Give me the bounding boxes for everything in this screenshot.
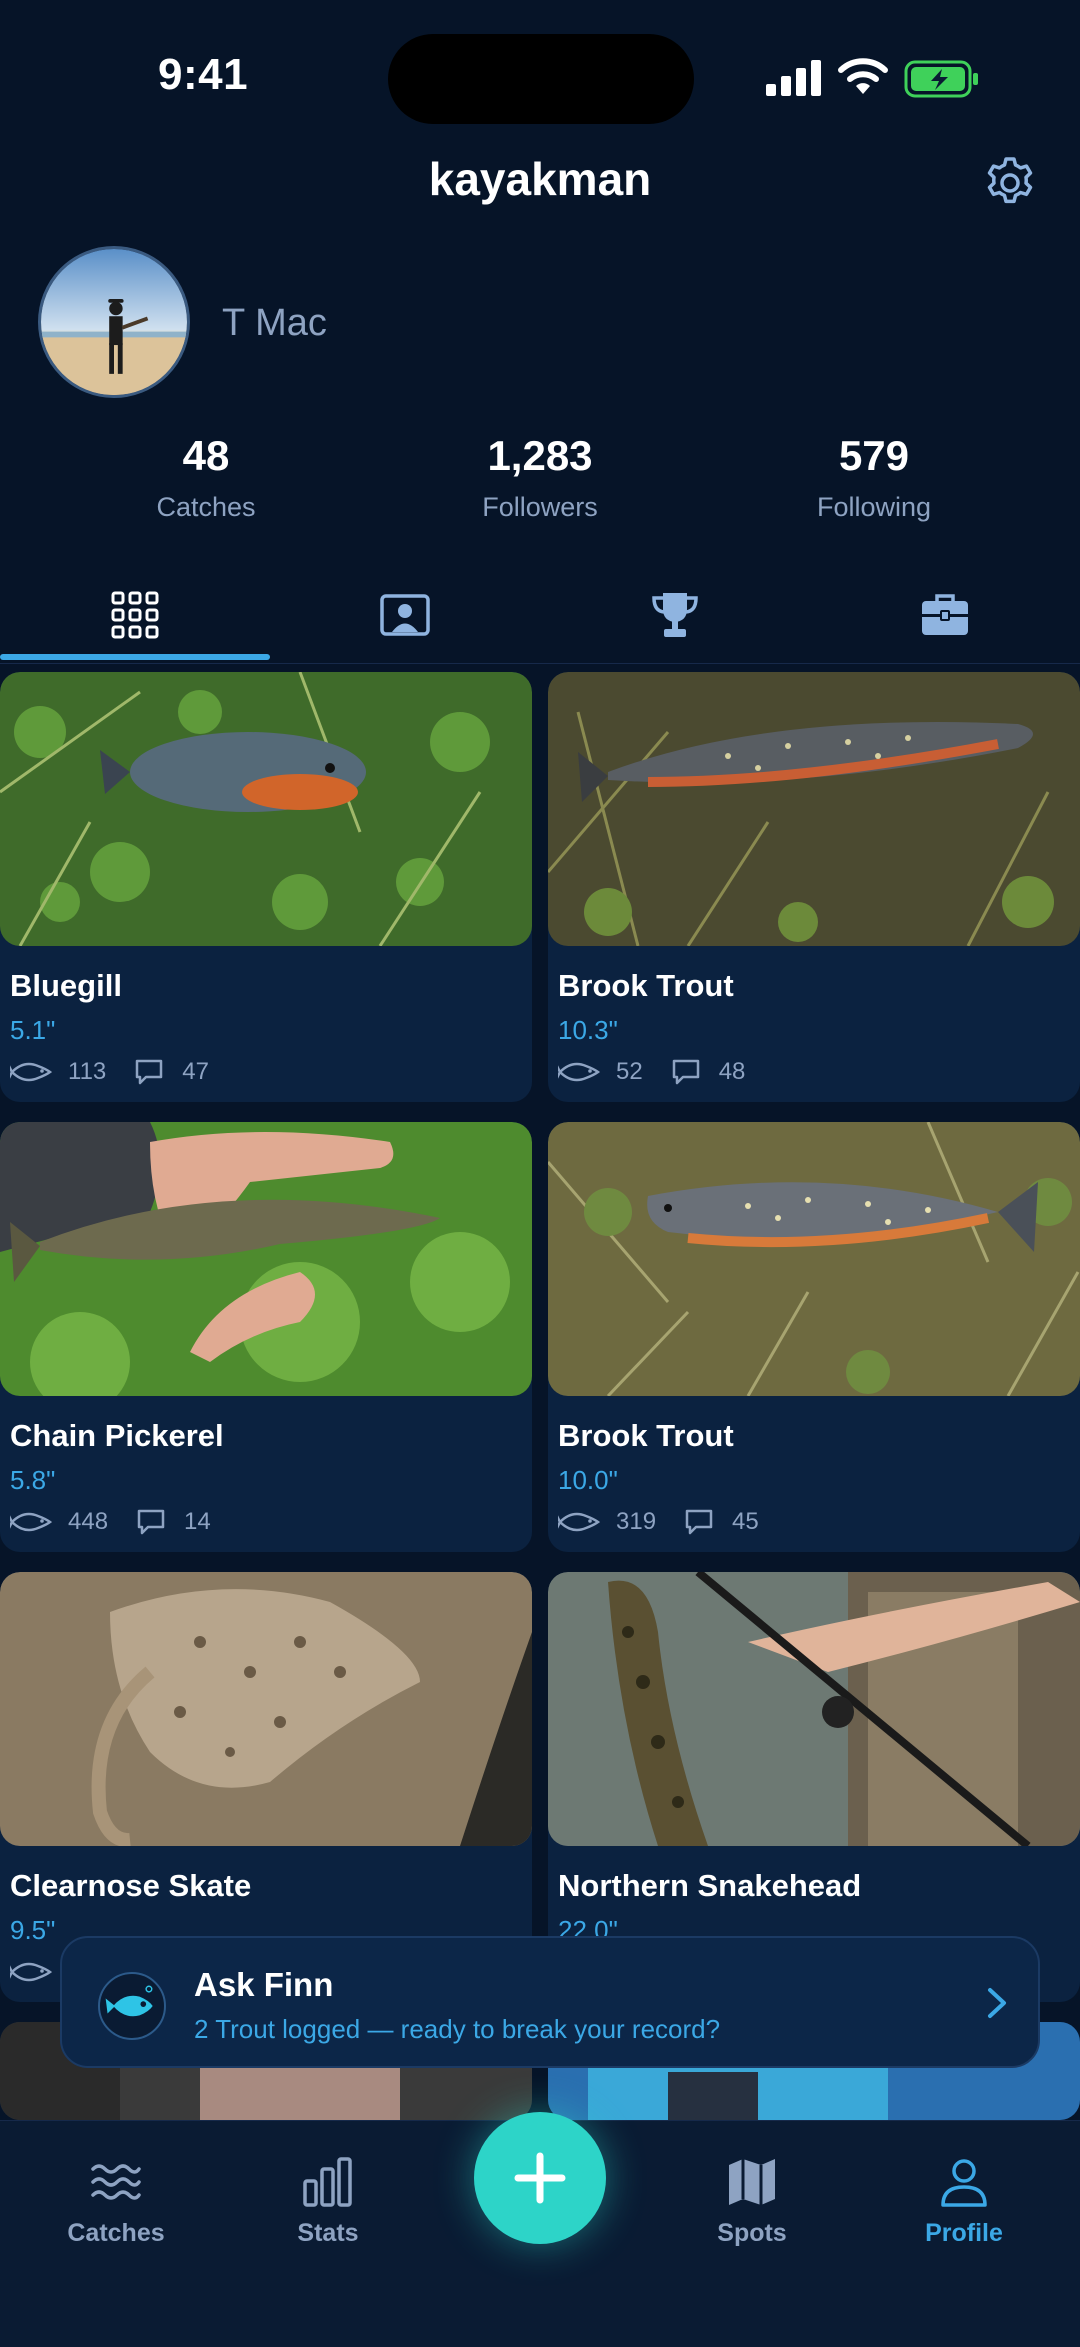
bar-chart-icon [303,2157,352,2207]
catch-species: Clearnose Skate [10,1868,252,1903]
fish-icon[interactable] [10,1058,52,1086]
person-icon [941,2159,987,2207]
comment-icon[interactable] [134,1058,164,1086]
tab-label: Catches [67,2219,165,2247]
stat-value: 48 [182,432,230,479]
comment-icon[interactable] [684,1508,714,1536]
like-count: 52 [616,1058,643,1085]
stat-value: 1,283 [487,432,593,479]
catch-meta: 52 48 [558,1058,745,1086]
map-icon [729,2159,775,2205]
catch-photo [0,1122,532,1396]
briefcase-icon [922,594,968,635]
catch-species: Brook Trout [558,968,734,1003]
add-catch-button[interactable] [474,2112,606,2244]
tab-stats[interactable]: Stats [238,2155,418,2248]
status-bar: 9:41 [0,0,1080,150]
catch-photo [0,1572,532,1846]
catch-species: Bluegill [10,968,122,1003]
catch-species: Brook Trout [558,1418,734,1453]
catch-length: 5.8" [10,1465,56,1495]
profile-username: kayakman [428,153,652,205]
dynamic-island [388,34,694,124]
stat-label: Following [816,492,932,522]
finn-avatar [98,1972,166,2040]
trophy-icon [652,593,698,637]
catch-meta: 113 47 [10,1058,209,1086]
tab-trophies[interactable] [540,566,810,664]
profile-tabs [0,566,1080,664]
comment-count: 47 [182,1058,209,1085]
catch-meta: 319 45 [558,1508,759,1536]
tab-portrait[interactable] [270,566,540,664]
ask-finn-banner[interactable]: Ask Finn 2 Trout logged — ready to break… [60,1936,1040,2068]
catch-length: 10.0" [558,1465,618,1495]
catch-species: Northern Snakehead [558,1868,862,1903]
comment-icon[interactable] [671,1058,701,1086]
catch-photo [548,672,1080,946]
tab-label: Spots [717,2219,787,2247]
like-count: 113 [68,1058,107,1085]
waves-icon [91,2164,141,2200]
fish-icon[interactable] [558,1058,600,1086]
plus-icon [514,2152,566,2204]
ask-finn-subtitle: 2 Trout logged — ready to break your rec… [194,2014,721,2044]
portrait-icon [380,594,430,636]
like-count: 319 [616,1508,657,1535]
catch-species: Chain Pickerel [10,1418,224,1453]
catch-card[interactable]: Bluegill 5.1" 113 47 [0,672,532,1102]
comment-count: 48 [718,1058,746,1085]
gear-icon[interactable] [982,155,1038,211]
catch-length: 5.1" [10,1015,56,1045]
display-name: T Mac [222,302,327,344]
comment-count: 14 [184,1508,211,1535]
stat-followers[interactable]: 1,283 Followers [390,432,690,523]
stat-label: Followers [482,492,598,522]
tab-catches[interactable]: Catches [26,2155,206,2248]
catch-card[interactable]: Chain Pickerel 5.8" 448 14 [0,1122,532,1552]
stat-catches[interactable]: 48 Catches [56,432,356,523]
avatar[interactable] [38,246,190,398]
battery-charging-icon [904,60,978,98]
catch-photo [548,1122,1080,1396]
stat-label: Catches [156,492,256,522]
catch-card[interactable]: Brook Trout 10.3" 52 48 [548,672,1080,1102]
fish-icon [105,1985,153,2017]
fish-icon[interactable] [10,1508,52,1536]
wifi-icon [838,58,888,94]
cellular-signal-icon [766,60,821,96]
grid-icon [111,591,159,639]
stat-following[interactable]: 579 Following [724,432,1024,523]
tab-grid[interactable] [0,566,270,664]
active-tab-indicator [0,654,270,660]
comment-icon[interactable] [136,1508,166,1536]
comment-count: 45 [732,1508,759,1535]
fish-icon[interactable] [10,1958,52,1986]
tab-label: Stats [297,2219,359,2247]
status-time: 9:41 [158,50,249,99]
like-count: 448 [68,1508,109,1535]
catch-card[interactable]: Brook Trout 10.0" 319 45 [548,1122,1080,1552]
catch-meta: 448 14 [10,1508,211,1536]
catch-photo [548,1572,1080,1846]
catch-length: 10.3" [558,1015,618,1045]
tab-spots[interactable]: Spots [662,2155,842,2248]
stat-value: 579 [838,432,910,479]
tab-label: Profile [925,2219,1003,2247]
catch-photo [0,672,532,946]
catch-length: 9.5" [10,1915,56,1945]
tab-profile[interactable]: Profile [874,2155,1054,2248]
tab-gear[interactable] [810,566,1080,664]
fish-icon[interactable] [558,1508,600,1536]
ask-finn-title: Ask Finn [194,1966,334,2003]
chevron-right-icon[interactable] [982,1984,1012,2022]
